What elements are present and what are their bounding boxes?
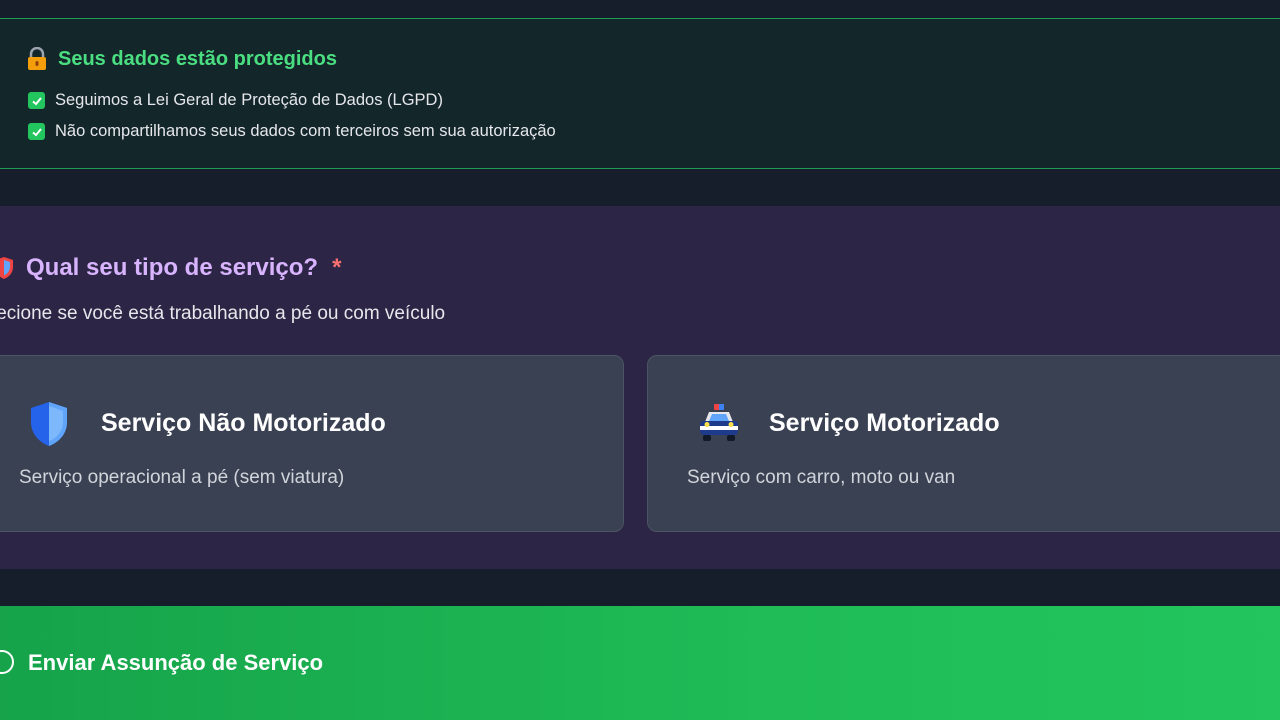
- option-title: Serviço Não Motorizado: [101, 409, 386, 437]
- service-type-subtitle: lecione se você está trabalhando a pé ou…: [0, 303, 446, 324]
- option-description: Serviço operacional a pé (sem viatura): [19, 467, 345, 488]
- required-marker: *: [332, 254, 342, 281]
- privacy-notice: Seus dados estão protegidos Seguimos a L…: [0, 18, 1280, 169]
- lock-icon: [28, 47, 46, 70]
- option-non-motorized[interactable]: Serviço Não Motorizado Serviço operacion…: [0, 355, 624, 532]
- service-type-section: Qual seu tipo de serviço? * lecione se v…: [0, 206, 1280, 569]
- check-icon: [28, 92, 45, 109]
- police-car-icon: [700, 404, 738, 441]
- option-description: Serviço com carro, moto ou van: [687, 467, 956, 488]
- privacy-title: Seus dados estão protegidos: [26, 47, 337, 71]
- shield-icon: [31, 402, 67, 446]
- privacy-title-text: Seus dados estão protegidos: [58, 47, 337, 70]
- page: Seus dados estão protegidos Seguimos a L…: [0, 0, 1280, 720]
- spinner-icon: [0, 650, 14, 674]
- privacy-item-lgpd: Seguimos a Lei Geral de Proteção de Dado…: [28, 91, 443, 110]
- privacy-item-text: Seguimos a Lei Geral de Proteção de Dado…: [55, 91, 443, 109]
- privacy-item-no-sharing: Não compartilhamos seus dados com tercei…: [28, 122, 556, 141]
- privacy-item-text: Não compartilhamos seus dados com tercei…: [55, 122, 556, 140]
- submit-service-button[interactable]: Enviar Assunção de Serviço: [0, 606, 1280, 720]
- check-icon: [28, 123, 45, 140]
- shield-badge-icon: [0, 257, 13, 279]
- service-type-question: Qual seu tipo de serviço?: [26, 254, 319, 281]
- service-type-heading: Qual seu tipo de serviço? *: [0, 254, 341, 282]
- option-motorized[interactable]: Serviço Motorizado Serviço com carro, mo…: [647, 355, 1280, 532]
- submit-label: Enviar Assunção de Serviço: [28, 650, 324, 675]
- option-title: Serviço Motorizado: [769, 409, 1000, 437]
